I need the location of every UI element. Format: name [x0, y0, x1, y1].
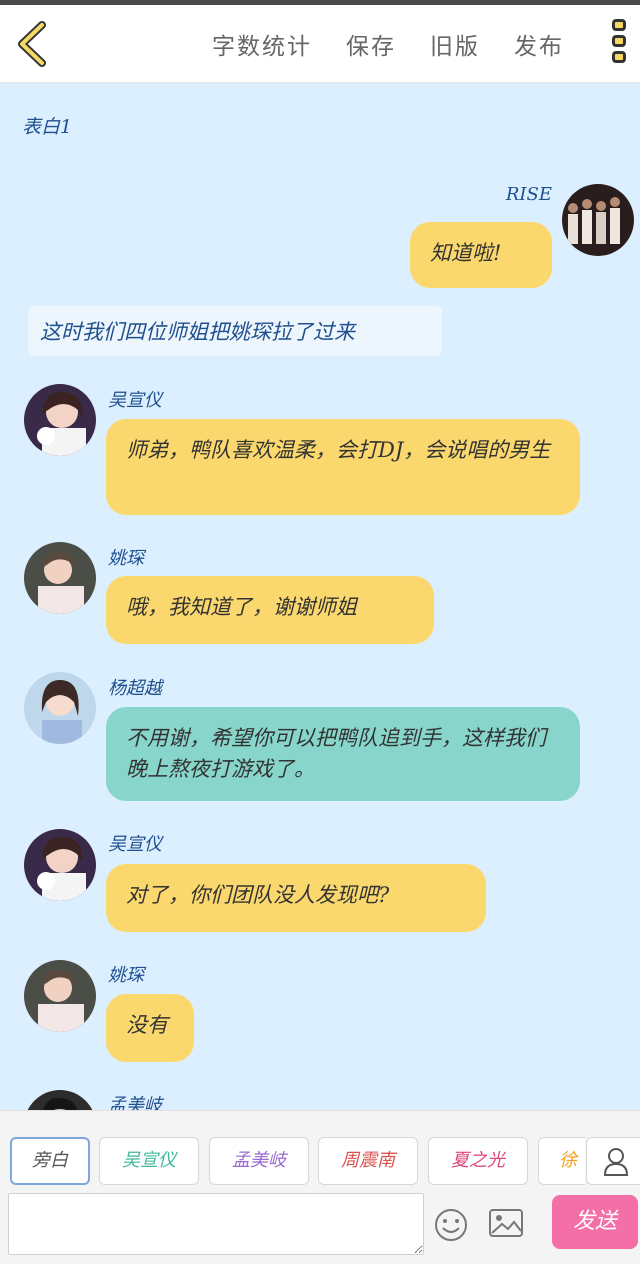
narration-text: 这时我们四位师姐把姚琛拉了过来: [40, 320, 355, 344]
message-bubble[interactable]: 师弟，鸭队喜欢温柔，会打DJ，会说唱的男生: [106, 419, 580, 515]
save-button[interactable]: 保存: [346, 27, 396, 61]
message-bubble[interactable]: 哦，我知道了，谢谢师姐: [106, 576, 434, 644]
avatar[interactable]: [24, 672, 96, 744]
top-bar: 字数统计 保存 旧版 发布: [0, 5, 640, 83]
sender-name: 姚琛: [108, 965, 144, 986]
avatar[interactable]: [24, 829, 96, 901]
avatar[interactable]: [24, 960, 96, 1032]
message-bubble[interactable]: 对了，你们团队没人发现吧?: [106, 864, 486, 932]
avatar[interactable]: [24, 1090, 96, 1110]
avatar[interactable]: [24, 384, 96, 456]
role-chip[interactable]: 夏之光: [428, 1137, 528, 1185]
avatar[interactable]: [24, 542, 96, 614]
word-count-button[interactable]: 字数统计: [212, 27, 312, 61]
sender-name: 吴宣仪: [108, 834, 162, 855]
emoji-icon: [435, 1209, 467, 1241]
sender-name: 吴宣仪: [108, 390, 162, 411]
message-bubble[interactable]: 知道啦!: [410, 222, 552, 288]
chapter-note: 表白1: [22, 116, 73, 138]
role-chip[interactable]: 周震南: [318, 1137, 418, 1185]
role-chip-narrator[interactable]: 旁白: [10, 1137, 90, 1185]
avatar[interactable]: [562, 184, 634, 256]
message-input[interactable]: [8, 1193, 424, 1255]
sender-name: RISE: [505, 184, 552, 205]
send-button[interactable]: 发送: [552, 1195, 638, 1249]
message-bubble[interactable]: 不用谢，希望你可以把鸭队追到手，这样我们晚上熬夜打游戏了。: [106, 707, 580, 801]
message-bubble[interactable]: 没有: [106, 994, 194, 1062]
publish-button[interactable]: 发布: [514, 27, 564, 61]
old-version-button[interactable]: 旧版: [430, 27, 480, 61]
emoji-button[interactable]: [433, 1207, 469, 1247]
back-button[interactable]: [14, 21, 54, 67]
role-chip[interactable]: 徐: [538, 1137, 585, 1185]
role-chip[interactable]: 孟美岐: [209, 1137, 309, 1185]
role-selector: 旁白 吴宣仪 孟美岐 周震南 夏之光 徐: [0, 1111, 585, 1189]
role-chip[interactable]: 吴宣仪: [99, 1137, 199, 1185]
sender-name: 孟美岐: [108, 1095, 162, 1110]
more-menu-icon[interactable]: [610, 19, 630, 73]
sender-name: 姚琛: [108, 548, 144, 569]
sender-name: 杨超越: [108, 678, 162, 699]
role-manage-button[interactable]: [586, 1137, 640, 1185]
image-button[interactable]: [488, 1207, 524, 1243]
chat-area[interactable]: 表白1 RISE 知道啦! 这时我们四位师姐把姚琛拉了过来 吴宣仪 师弟，鸭队喜…: [0, 84, 640, 1110]
chevron-left-icon: [18, 21, 46, 67]
user-icon: [603, 1148, 629, 1176]
narration-block[interactable]: 这时我们四位师姐把姚琛拉了过来: [28, 306, 442, 356]
image-icon: [489, 1209, 523, 1237]
composer-panel: 旁白 吴宣仪 孟美岐 周震南 夏之光 徐 发送: [0, 1110, 640, 1264]
